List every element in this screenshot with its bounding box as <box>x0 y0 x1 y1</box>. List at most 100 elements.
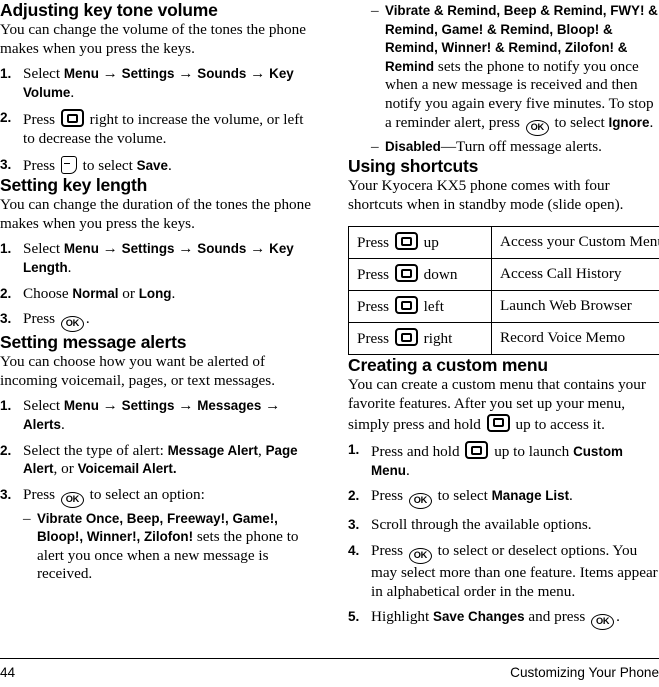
ok-key-icon: OK <box>60 316 84 333</box>
shortcut-key-cell: Press right <box>348 322 492 356</box>
menu-arrow: → <box>246 65 270 83</box>
step-number: 2. <box>0 285 12 301</box>
ui-term: Disabled <box>385 138 441 154</box>
step-list: 1. Press and hold up to launch Custom Men… <box>348 441 659 631</box>
step-item: 1. Press and hold up to launch Custom Men… <box>348 441 623 479</box>
option-list-item: – Vibrate & Remind, Beep & Remind, FWY! &… <box>371 2 659 136</box>
footer-divider <box>0 658 659 659</box>
menu-arrow: → <box>98 65 122 83</box>
navigation-key-icon <box>394 328 418 347</box>
navigation-key-icon <box>465 441 489 460</box>
step-item: 4. Press OK to select or deselect options… <box>348 541 658 600</box>
step-list: 1. Select Menu → Settings → Messages → Al… <box>0 397 311 584</box>
table-row: Press right Record Voice Memo <box>348 322 659 356</box>
manual-page: Adjusting key tone volume You can change … <box>0 0 659 687</box>
section-intro: Your Kyocera KX5 phone comes with four s… <box>348 177 624 213</box>
dash-bullet: – <box>23 509 31 527</box>
ui-term: Save Changes <box>433 609 525 625</box>
section-heading: Setting message alerts <box>0 332 187 353</box>
step-item: 1. Select Menu → Settings → Sounds → Key … <box>0 240 294 276</box>
menu-arrow: → <box>246 240 270 258</box>
soft-key-icon <box>60 155 77 174</box>
menu-arrow: → <box>174 397 198 415</box>
shortcut-key-cell: Press down <box>348 258 492 292</box>
step-item: 3. Scroll through the available options. <box>348 516 592 534</box>
step-number: 3. <box>348 517 360 533</box>
running-head: Customizing Your Phone <box>510 665 659 680</box>
step-number: 1. <box>0 241 12 257</box>
ok-key-icon: OK <box>525 119 549 136</box>
menu-arrow: → <box>261 397 281 415</box>
step-number: 1. <box>0 398 12 414</box>
step-number: 3. <box>0 156 12 172</box>
dash-bullet: – <box>371 137 379 155</box>
ui-term: Manage List <box>491 488 570 504</box>
menu-arrow: → <box>174 65 198 83</box>
shortcut-key-cell: Press left <box>348 290 492 324</box>
step-item: 2. Choose Normal or Long. <box>0 284 176 302</box>
step-item: 3. Press OK. <box>0 310 311 333</box>
step-item: 2. Select the type of alert: Message Aler… <box>0 441 298 478</box>
step-item: 1. Select Menu → Settings → Messages → Al… <box>0 397 281 433</box>
ui-term: Menu <box>63 398 99 414</box>
shortcut-key-label: Press right <box>357 328 453 348</box>
option-list: – Vibrate & Remind, Beep & Remind, FWY! &… <box>371 2 659 156</box>
step-number: 2. <box>0 442 12 458</box>
ui-term: Settings <box>121 241 175 257</box>
shortcut-action-cell: Launch Web Browser <box>491 290 659 324</box>
step-item: 5. Highlight Save Changes and press OK. <box>348 608 659 631</box>
ui-term: Menu <box>63 241 99 257</box>
ok-key-icon: OK <box>408 547 432 564</box>
option-list-item: – Disabled—Turn off message alerts. <box>371 137 602 155</box>
ok-key-icon: OK <box>60 491 84 508</box>
step-number: 2. <box>348 488 360 504</box>
ui-term: Sounds <box>197 241 247 257</box>
navigation-key-icon <box>394 232 418 251</box>
ui-term: Custom Menu <box>371 444 623 478</box>
left-column: Adjusting key tone volume You can change … <box>0 0 311 584</box>
menu-arrow: → <box>98 397 122 415</box>
ui-term: Vibrate Once, Beep, Freeway!, Game!, Blo… <box>37 510 278 545</box>
navigation-key-icon <box>486 413 510 432</box>
step-list: 1. Select Menu → Settings → Sounds → Key … <box>0 65 311 175</box>
ui-term: Message Alert <box>167 442 258 458</box>
section-heading: Adjusting key tone volume <box>0 0 218 20</box>
section-intro: You can change the volume of the tones t… <box>0 21 306 57</box>
shortcut-action-cell: Record Voice Memo <box>491 322 659 356</box>
right-column: – Vibrate & Remind, Beep & Remind, FWY! &… <box>348 0 659 631</box>
navigation-key-icon <box>60 109 84 128</box>
ui-term: Vibrate & Remind, Beep & Remind, FWY! & … <box>385 3 658 74</box>
table-row: Press left Launch Web Browser <box>348 290 659 324</box>
table-row: Press up Access your Custom Menu <box>348 226 659 260</box>
shortcut-action-cell: Access Call History <box>491 258 659 292</box>
navigation-key-icon <box>394 264 418 283</box>
ui-term: Save <box>136 157 168 173</box>
ui-term: Settings <box>121 66 175 82</box>
step-list: 1. Select Menu → Settings → Sounds → Key … <box>0 240 311 333</box>
ui-term: Messages <box>197 398 262 414</box>
shortcut-key-label: Press up <box>357 232 439 252</box>
step-item: 1. Select Menu → Settings → Sounds → Key … <box>0 65 294 101</box>
ok-key-icon: OK <box>408 493 432 510</box>
ui-term: Ignore <box>608 114 650 130</box>
ui-term: Settings <box>121 398 175 414</box>
shortcut-key-label: Press down <box>357 264 458 284</box>
page-number: 44 <box>0 665 16 680</box>
step-number: 4. <box>348 542 360 558</box>
menu-arrow: → <box>98 240 122 258</box>
ui-term: Menu <box>63 66 99 82</box>
shortcut-key-label: Press left <box>357 296 444 316</box>
option-list: – Vibrate Once, Beep, Freeway!, Game!, Bl… <box>23 510 311 584</box>
shortcut-action-cell: Access your Custom Menu <box>491 226 659 260</box>
step-number: 3. <box>0 486 12 502</box>
shortcuts-table: Press up Access your Custom Menu Press dow… <box>348 226 659 356</box>
ui-term: Long <box>138 285 172 301</box>
ok-key-icon: OK <box>591 614 615 631</box>
ui-term: Normal <box>72 285 119 301</box>
menu-arrow: → <box>174 240 198 258</box>
step-number: 5. <box>348 609 360 625</box>
section-heading: Setting key length <box>0 175 148 196</box>
step-item: 3. Press to select Save. <box>0 155 172 174</box>
table-row: Press down Access Call History <box>348 258 659 292</box>
section-heading: Creating a custom menu <box>348 355 548 376</box>
